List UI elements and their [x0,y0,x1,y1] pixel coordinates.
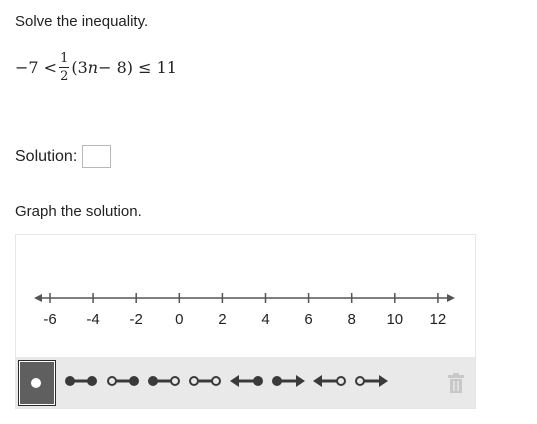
inequality-open: (3 [71,58,88,77]
graph-prompt: Graph the solution. [15,203,142,220]
tick-label: 6 [304,311,312,328]
solution-row: Solution: [15,145,112,168]
tick-label: 12 [430,311,447,328]
open-closed-segment-icon[interactable] [106,374,140,388]
tick-label: -6 [43,311,56,328]
tick-label: -4 [86,311,99,328]
closed-closed-segment-icon[interactable] [64,374,98,388]
inequality-variable: n [87,58,99,77]
fraction-numerator: 1 [59,51,70,68]
point-icon [31,378,41,388]
axis-left-arrow [34,294,42,302]
left-ray-closed-icon[interactable] [230,374,264,388]
closed-open-segment-icon[interactable] [147,374,181,388]
tick-label: 8 [348,311,356,328]
graph-toolbar [16,357,475,408]
fraction-denominator: 2 [60,69,69,84]
point-tool[interactable] [18,360,56,406]
tick-label: 4 [261,311,269,328]
left-ray-open-icon[interactable] [313,374,347,388]
inequality-rest: − 8) ≤ 11 [98,58,177,77]
inequality-expression: −7 < 1 2 (3 n − 8) ≤ 11 [15,52,177,83]
inequality-left: −7 < [15,58,58,77]
open-open-segment-icon[interactable] [188,374,222,388]
number-line[interactable]: -6 -4 -2 0 2 4 6 8 10 12 [16,235,475,355]
tick-label: 0 [175,311,183,328]
graph-panel: -6 -4 -2 0 2 4 6 8 10 12 [15,234,476,409]
solution-input[interactable] [82,145,112,168]
solution-label: Solution: [15,147,78,165]
right-ray-closed-icon[interactable] [271,374,305,388]
fraction: 1 2 [59,51,70,84]
trash-icon[interactable] [447,373,465,393]
question-prompt: Solve the inequality. [15,13,149,30]
axis-right-arrow [447,294,455,302]
tick-label: -2 [130,311,143,328]
tick-label: 10 [386,311,403,328]
right-ray-open-icon[interactable] [354,374,388,388]
tick-label: 2 [218,311,226,328]
